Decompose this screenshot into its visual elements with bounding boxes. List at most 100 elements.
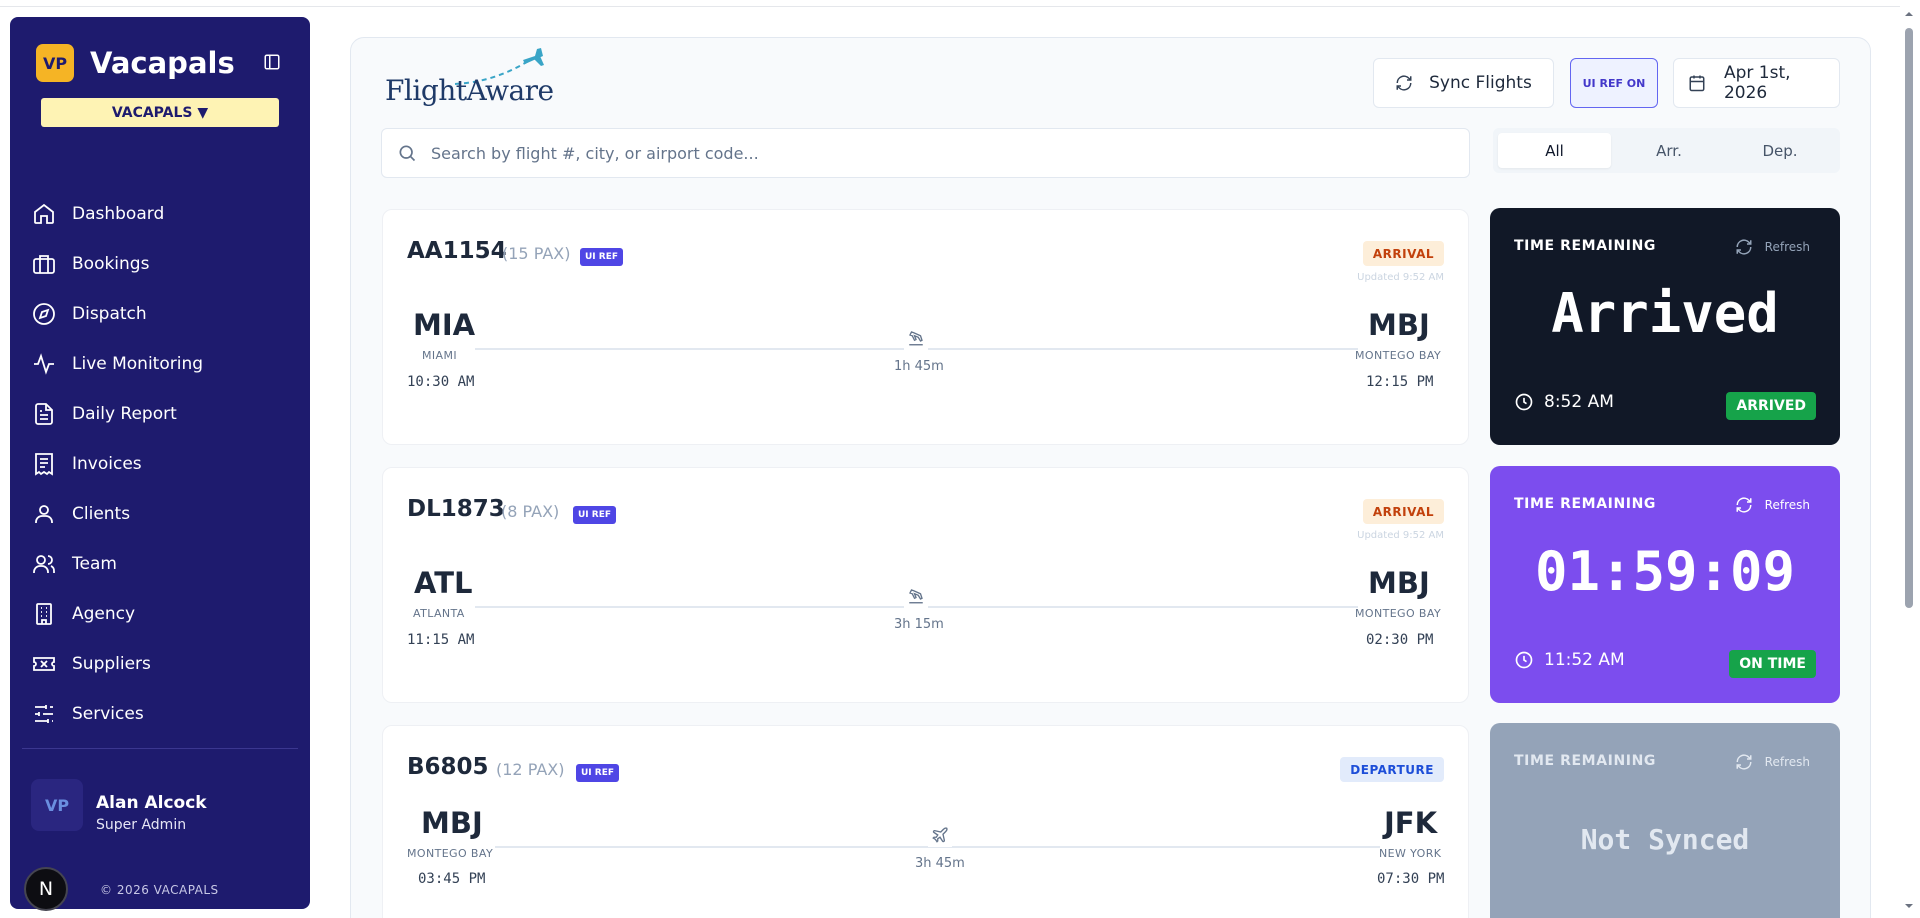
destination-time: 07:30 PM	[1377, 871, 1445, 887]
sidebar-item-label: Invoices	[72, 454, 142, 474]
flight-number: DL1873	[407, 496, 505, 522]
sidebar-item-services[interactable]: Services	[10, 689, 310, 739]
search-input[interactable]	[431, 143, 1331, 163]
org-selector[interactable]: VACAPALS ▼	[41, 98, 279, 127]
plane-arrival-icon	[904, 584, 928, 608]
calendar-icon	[1689, 75, 1705, 92]
avatar[interactable]: VP	[31, 779, 83, 831]
ui-ref-toggle[interactable]: UI REF ON	[1570, 58, 1658, 108]
origin-city: ATLANTA	[413, 607, 465, 620]
refresh-label: Refresh	[1764, 755, 1810, 769]
origin-code: MBJ	[421, 806, 483, 840]
user-role: Super Admin	[96, 817, 187, 833]
refresh-label: Refresh	[1764, 240, 1810, 254]
origin-code: MIA	[413, 308, 476, 342]
origin-time: 03:45 PM	[418, 871, 486, 887]
refresh-icon	[1396, 75, 1412, 91]
updated-timestamp: Updated 9:52 AM	[1357, 272, 1444, 283]
sync-flights-button[interactable]: Sync Flights	[1373, 58, 1554, 108]
sidebar-item-label: Dispatch	[72, 304, 147, 324]
top-divider	[0, 6, 1900, 7]
clock-time: 8:52 AM	[1544, 392, 1614, 412]
sidebar-item-suppliers[interactable]: Suppliers	[10, 639, 310, 689]
sidebar-item-label: Team	[72, 554, 117, 574]
sidebar-item-label: Bookings	[72, 254, 150, 274]
scheduled-time: 8:52 AM	[1514, 392, 1614, 412]
brand-name: Vacapals	[90, 46, 235, 80]
sidebar-item-bookings[interactable]: Bookings	[10, 239, 310, 289]
timer-value: 01:59:09	[1534, 540, 1796, 603]
scroll-up-arrow-icon[interactable]	[1903, 8, 1915, 20]
flightaware-wordmark: FlightAware	[385, 74, 554, 107]
sidebar-nav: Dashboard Bookings Dispatch Live Monitor…	[10, 189, 310, 739]
refresh-button[interactable]: Refresh	[1735, 238, 1810, 256]
origin-code: ATL	[414, 566, 473, 600]
plane-arrival-icon	[904, 326, 928, 350]
sidebar-item-label: Agency	[72, 604, 136, 624]
flight-type-badge: ARRIVAL	[1362, 499, 1444, 524]
receipt-icon	[35, 453, 53, 476]
sidebar-toggle-icon[interactable]	[263, 53, 281, 71]
updated-timestamp: Updated 9:52 AM	[1357, 530, 1444, 541]
timer-label: TIME REMAINING	[1514, 496, 1656, 512]
pax-count: (8 PAX)	[501, 502, 560, 521]
plane-departure-icon	[928, 823, 952, 847]
refresh-icon	[1736, 239, 1752, 255]
flight-card[interactable]: DL1873 (8 PAX) UI REF ARRIVAL Updated 9:…	[382, 467, 1469, 703]
sidebar-item-dashboard[interactable]: Dashboard	[10, 189, 310, 239]
origin-time: 10:30 AM	[407, 374, 475, 390]
refresh-icon	[1736, 497, 1752, 513]
sidebar-item-clients[interactable]: Clients	[10, 489, 310, 539]
status-badge: ON TIME	[1729, 650, 1816, 678]
destination-code: MBJ	[1368, 308, 1430, 342]
sidebar-item-agency[interactable]: Agency	[10, 589, 310, 639]
sidebar-item-daily-report[interactable]: Daily Report	[10, 389, 310, 439]
refresh-icon	[1736, 754, 1752, 770]
flight-card[interactable]: B6805 (12 PAX) UI REF DEPARTURE MBJ MONT…	[382, 725, 1469, 918]
sidebar: VP Vacapals VACAPALS ▼ Dashboard Booking…	[10, 17, 310, 911]
copyright: © 2026 VACAPALS	[100, 883, 219, 897]
scroll-down-arrow-icon[interactable]	[1903, 900, 1915, 912]
tab-departures[interactable]: Dep.	[1725, 133, 1835, 168]
sidebar-item-label: Dashboard	[72, 204, 165, 224]
user-name: Alan Alcock	[96, 793, 207, 813]
sidebar-item-team[interactable]: Team	[10, 539, 310, 589]
ui-ref-tag: UI REF	[573, 506, 617, 524]
flight-type-badge: DEPARTURE	[1340, 757, 1444, 782]
users-icon	[33, 555, 55, 573]
sidebar-item-label: Services	[72, 704, 144, 724]
sidebar-item-invoices[interactable]: Invoices	[10, 439, 310, 489]
timer-label: TIME REMAINING	[1514, 238, 1656, 254]
destination-time: 12:15 PM	[1366, 374, 1434, 390]
destination-city: MONTEGO BAY	[1355, 607, 1442, 620]
flight-filter-tabs: All Arr. Dep.	[1493, 128, 1840, 173]
time-remaining-card: TIME REMAINING Refresh Not Synced	[1490, 723, 1840, 918]
sidebar-item-dispatch[interactable]: Dispatch	[10, 289, 310, 339]
ticket-icon	[33, 657, 55, 671]
tab-arrivals[interactable]: Arr.	[1613, 133, 1725, 168]
origin-city: MONTEGO BAY	[407, 847, 494, 860]
flight-card[interactable]: AA1154 (15 PAX) UI REF ARRIVAL Updated 9…	[382, 209, 1469, 445]
sidebar-item-label: Live Monitoring	[72, 354, 204, 374]
date-picker-button[interactable]: Apr 1st, 2026	[1673, 58, 1840, 108]
timer-value: Not Synced	[1580, 823, 1750, 856]
flight-duration: 3h 45m	[915, 856, 965, 871]
destination-code: JFK	[1384, 806, 1438, 840]
pax-count: (12 PAX)	[496, 760, 565, 779]
brand[interactable]: VP Vacapals	[36, 44, 235, 82]
tab-all[interactable]: All	[1498, 133, 1611, 168]
flightaware-logo: FlightAware	[385, 48, 555, 116]
refresh-label: Refresh	[1764, 498, 1810, 512]
refresh-button[interactable]: Refresh	[1735, 496, 1810, 514]
scrollbar-thumb[interactable]	[1905, 28, 1913, 608]
clock-time: 11:52 AM	[1544, 650, 1625, 670]
status-badge: ARRIVED	[1726, 392, 1816, 420]
flight-duration: 3h 15m	[894, 617, 944, 632]
search-bar	[381, 128, 1470, 178]
sidebar-item-live-monitoring[interactable]: Live Monitoring	[10, 339, 310, 389]
dev-tools-badge[interactable]: N	[24, 867, 68, 911]
sync-flights-label: Sync Flights	[1429, 73, 1532, 93]
destination-code: MBJ	[1368, 566, 1430, 600]
refresh-button[interactable]: Refresh	[1735, 753, 1810, 771]
briefcase-icon	[33, 255, 55, 274]
